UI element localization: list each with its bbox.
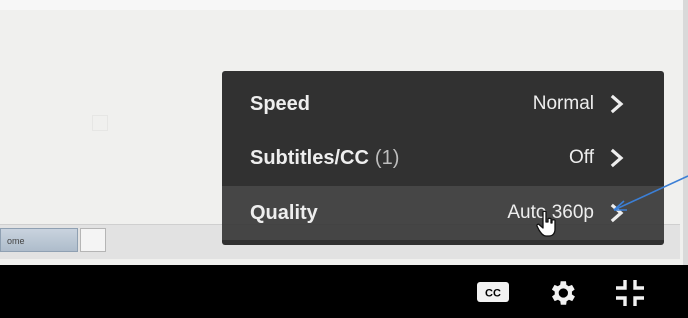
svg-text:CC: CC [485, 288, 501, 300]
menu-item-subtitles[interactable]: Subtitles/CC (1) Off [222, 131, 664, 185]
background-box [80, 228, 106, 252]
video-top-edge [0, 0, 688, 10]
faint-square [92, 115, 108, 131]
chevron-right-icon [608, 148, 626, 168]
speed-label: Speed [250, 92, 311, 115]
exit-fullscreen-icon[interactable] [614, 278, 646, 308]
annotation-arrow [613, 175, 688, 211]
video-right-edge [683, 0, 688, 265]
quality-label: Quality [250, 201, 318, 224]
subtitles-count: (1) [374, 146, 400, 169]
chevron-right-icon [608, 94, 626, 114]
hand-cursor-icon [536, 210, 556, 237]
closed-captions-icon[interactable]: CC [476, 281, 510, 303]
background-tab: ome [0, 228, 78, 252]
menu-item-speed[interactable]: Speed Normal [222, 77, 664, 131]
settings-menu: Speed Normal Subtitles/CC (1) Off Qualit… [222, 71, 664, 245]
subtitles-value: Off [569, 147, 594, 168]
subtitles-label: Subtitles/CC [250, 146, 369, 169]
player-controls-bar: CC [0, 265, 688, 318]
menu-item-quality[interactable]: Quality Auto 360p [222, 186, 664, 240]
settings-gear-icon[interactable] [546, 277, 578, 309]
speed-value: Normal [532, 93, 594, 114]
